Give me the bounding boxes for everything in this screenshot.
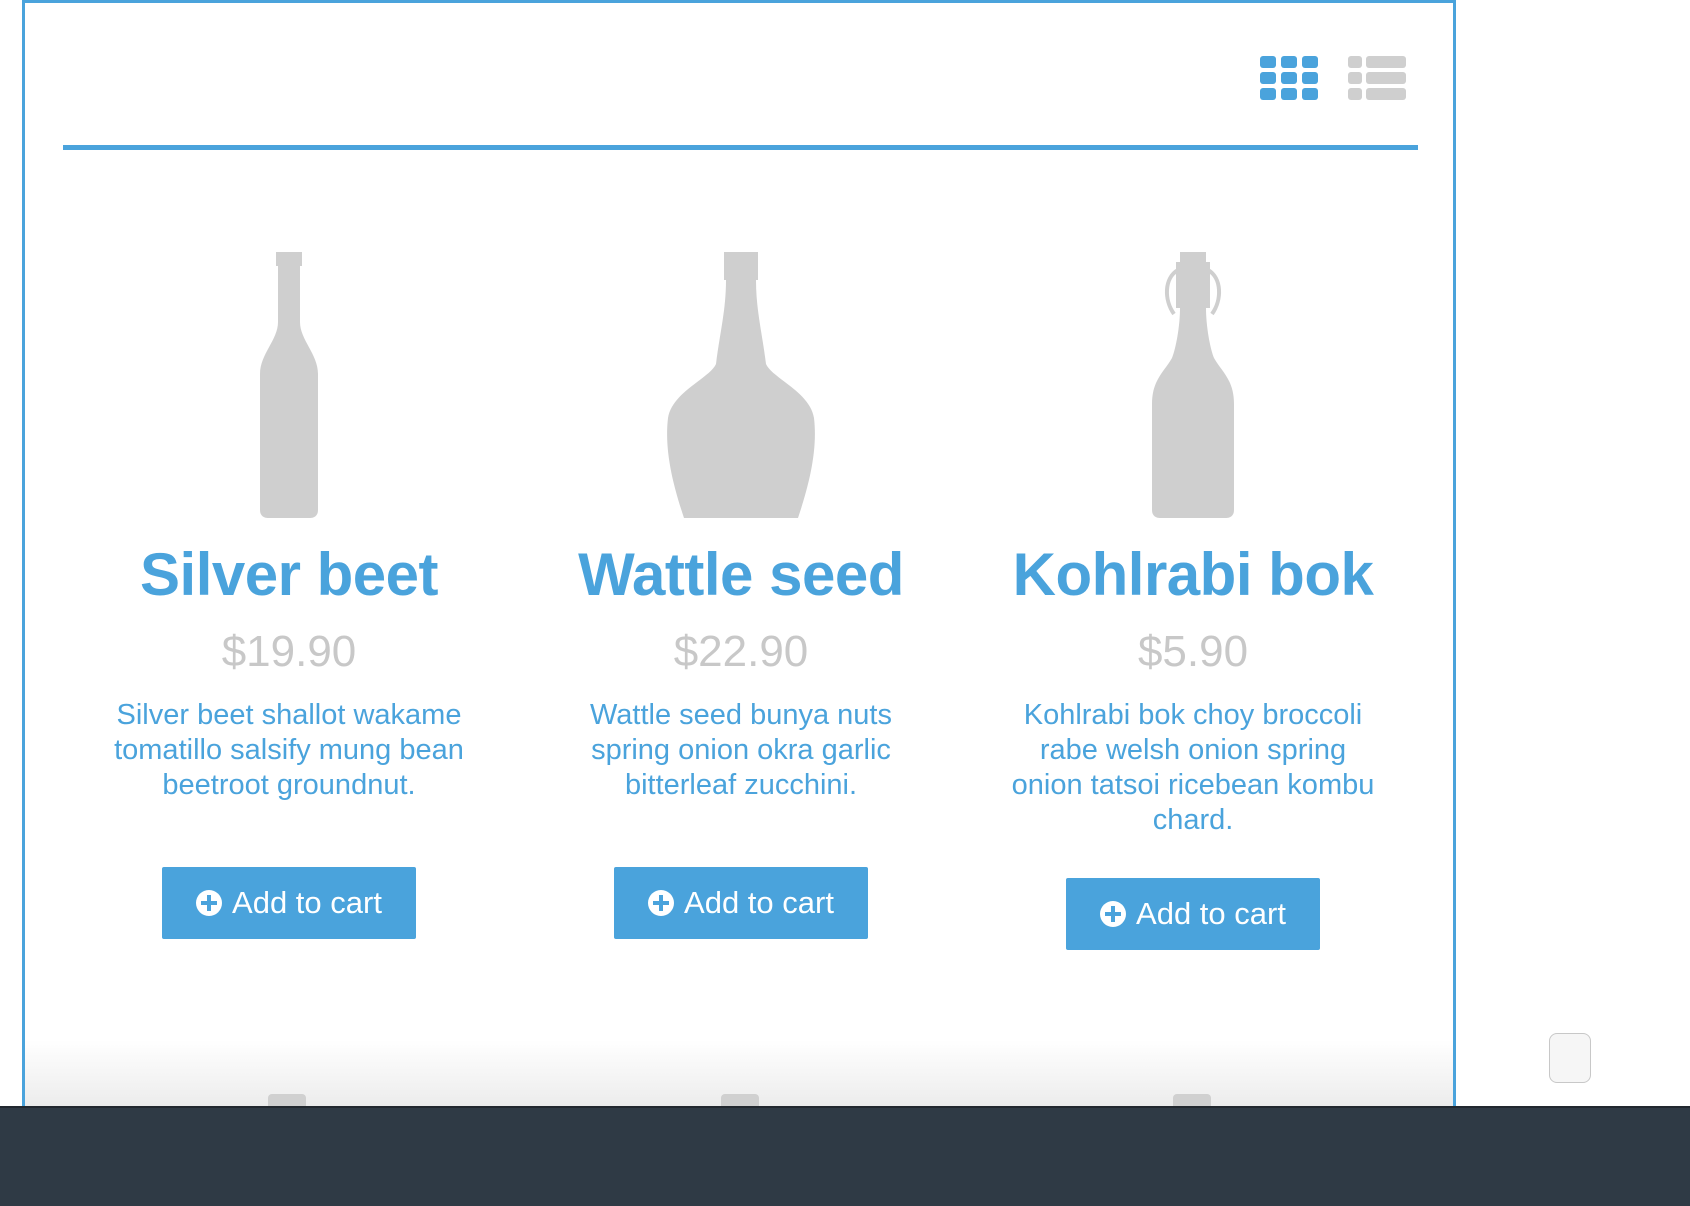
product-description: Kohlrabi bok choy broccoli rabe welsh on… bbox=[1011, 699, 1375, 836]
product-name[interactable]: Wattle seed bbox=[515, 540, 967, 610]
swing-top-bottle-icon bbox=[1152, 252, 1234, 518]
product-description: Silver beet shallot wakame tomatillo sal… bbox=[114, 699, 464, 801]
product-card: Silver beet $19.90 Silver beet shallot w… bbox=[63, 230, 515, 939]
grid-view-button[interactable] bbox=[1260, 56, 1320, 102]
product-description: Wattle seed bunya nuts spring onion okra… bbox=[590, 699, 892, 801]
product-price: $19.90 bbox=[221, 627, 357, 676]
product-card: Wattle seed $22.90 Wattle seed bunya nut… bbox=[515, 230, 967, 939]
add-to-cart-button[interactable]: Add to cart bbox=[162, 867, 416, 939]
plus-circle-icon bbox=[196, 890, 223, 916]
grid-view-icon bbox=[1260, 56, 1318, 100]
add-to-cart-label: Add to cart bbox=[232, 885, 382, 920]
wine-bottle-icon bbox=[260, 252, 318, 518]
product-name[interactable]: Kohlrabi bok bbox=[967, 540, 1419, 610]
add-to-cart-label: Add to cart bbox=[1136, 896, 1286, 931]
plus-circle-icon bbox=[648, 890, 675, 916]
product-grid: Silver beet $19.90 Silver beet shallot w… bbox=[63, 230, 1418, 990]
add-to-cart-button[interactable]: Add to cart bbox=[1066, 878, 1320, 950]
product-image bbox=[63, 230, 515, 520]
add-to-cart-label: Add to cart bbox=[684, 885, 834, 920]
plus-circle-icon bbox=[1100, 901, 1127, 927]
page: Silver beet $19.90 Silver beet shallot w… bbox=[0, 0, 1690, 1206]
list-view-button[interactable] bbox=[1348, 56, 1408, 102]
add-to-cart-button[interactable]: Add to cart bbox=[614, 867, 868, 939]
scroll-handle[interactable] bbox=[1549, 1033, 1591, 1083]
product-price: $5.90 bbox=[1137, 627, 1249, 676]
product-card: Kohlrabi bok $5.90 Kohlrabi bok choy bro… bbox=[967, 230, 1419, 950]
product-name[interactable]: Silver beet bbox=[63, 540, 515, 610]
product-image bbox=[515, 230, 967, 520]
product-image bbox=[967, 230, 1419, 520]
list-view-icon bbox=[1348, 56, 1406, 100]
taskbar bbox=[0, 1106, 1690, 1206]
liquor-bottle-icon bbox=[667, 252, 815, 518]
product-price: $22.90 bbox=[673, 627, 809, 676]
view-toolbar bbox=[63, 0, 1418, 150]
